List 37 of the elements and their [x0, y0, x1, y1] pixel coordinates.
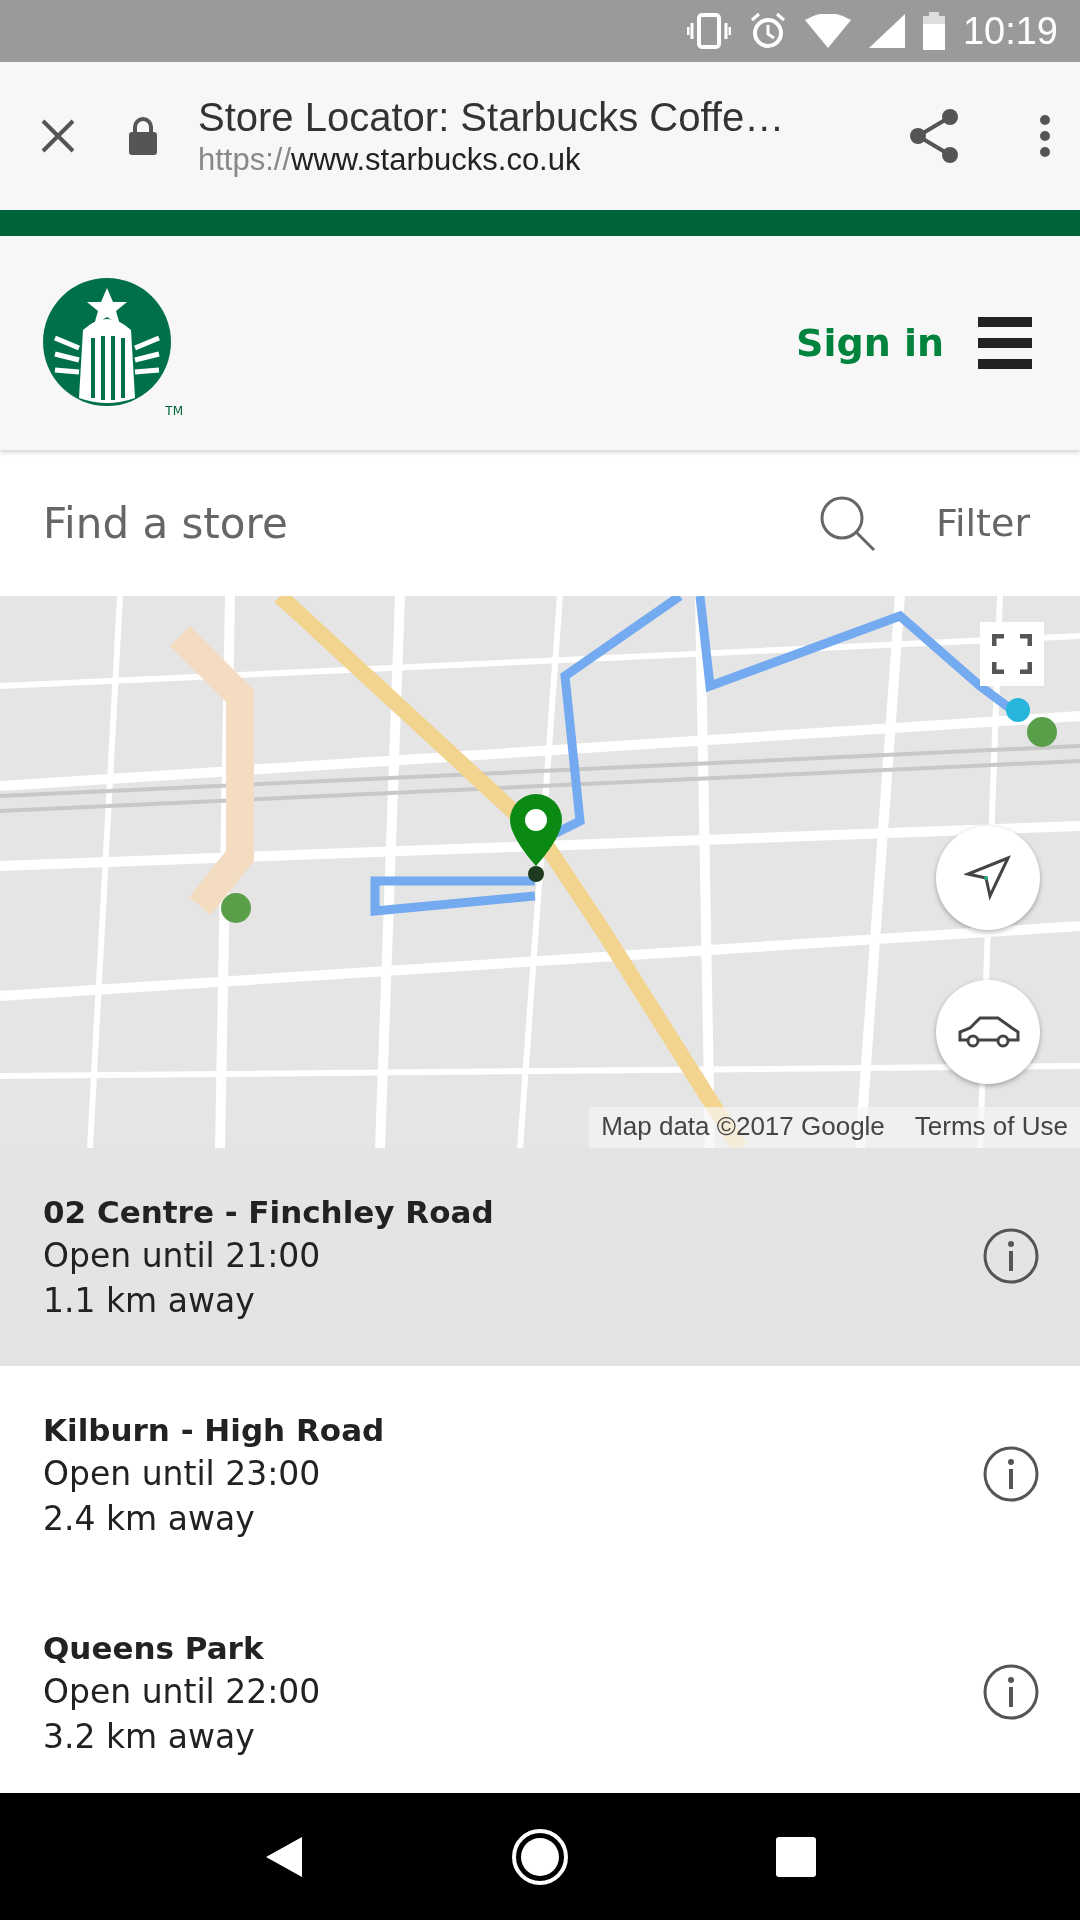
page-url[interactable]: https://www.starbucks.co.uk	[198, 141, 908, 178]
logo-icon[interactable]	[43, 278, 171, 406]
sign-in-link[interactable]: Sign in	[796, 321, 944, 365]
navigation-arrow-icon	[964, 854, 1012, 902]
wifi-icon	[804, 14, 851, 48]
share-icon[interactable]	[908, 108, 960, 164]
lock-icon	[128, 117, 158, 155]
fullscreen-button[interactable]	[980, 622, 1044, 686]
signal-icon	[868, 14, 905, 48]
store-hours: Open until 22:00	[43, 1672, 322, 1711]
filter-button[interactable]: Filter	[935, 501, 1030, 545]
home-icon[interactable]	[511, 1827, 569, 1886]
map-pin-icon[interactable]	[508, 792, 564, 884]
map-attribution: Map data ©2017 Google	[601, 1111, 885, 1142]
more-icon[interactable]	[1038, 114, 1052, 158]
fullscreen-icon	[992, 634, 1032, 674]
alarm-icon	[748, 12, 787, 50]
store-distance: 2.4 km away	[43, 1499, 256, 1538]
car-icon	[956, 1014, 1020, 1050]
store-list-item[interactable]: 02 Centre - Finchley Road Open until 21:00 1.1 km away	[0, 1148, 1080, 1366]
search-field[interactable]: Find a store	[43, 498, 818, 548]
close-icon[interactable]	[40, 118, 76, 154]
store-distance: 3.2 km away	[43, 1717, 256, 1756]
store-hours: Open until 21:00	[43, 1236, 322, 1275]
store-name: Queens Park	[43, 1630, 265, 1666]
store-distance: 1.1 km away	[43, 1281, 256, 1320]
store-name: Kilburn - High Road	[43, 1412, 386, 1448]
menu-icon[interactable]	[978, 317, 1032, 369]
store-hours: Open until 23:00	[43, 1454, 322, 1493]
battery-icon	[922, 12, 945, 50]
store-name: 02 Centre - Finchley Road	[43, 1194, 495, 1230]
vibrate-icon	[686, 13, 731, 49]
recents-icon[interactable]	[776, 1836, 817, 1877]
trademark: TM	[165, 404, 183, 418]
terms-link[interactable]: Terms of Use	[914, 1111, 1068, 1142]
clock-time: 10:19	[962, 9, 1058, 53]
page-title: Store Locator: Starbucks Coffe…	[198, 94, 786, 140]
